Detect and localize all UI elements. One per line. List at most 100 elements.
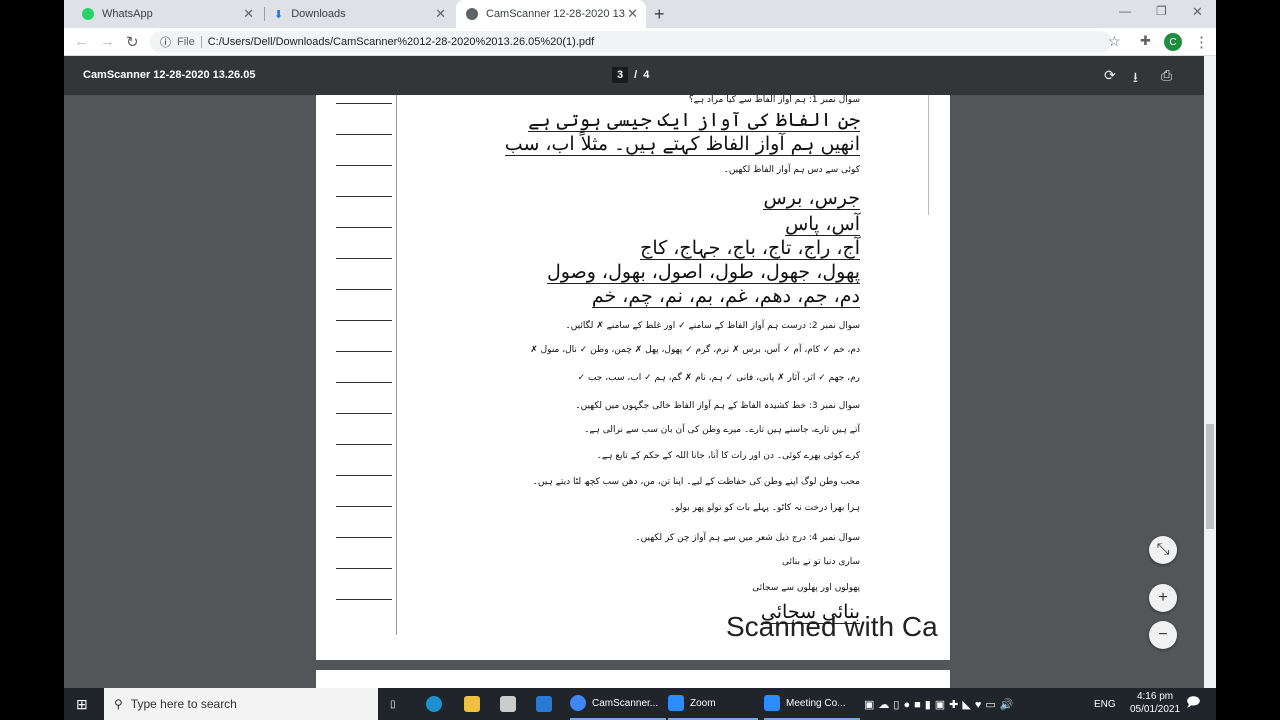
search-icon: ⚲ bbox=[114, 697, 123, 711]
fit-page-button[interactable]: ⤡ bbox=[1149, 536, 1177, 564]
url-text: C:/Users/Dell/Downloads/CamScanner%2012-… bbox=[207, 36, 595, 48]
notebook-rule bbox=[336, 506, 392, 507]
menu-icon[interactable]: ⋮ bbox=[1194, 33, 1209, 51]
back-icon[interactable]: ← bbox=[74, 33, 89, 50]
pdf-page: سوال نمبر 1: ہم آواز الفاظ سے کیا مراد ہ… bbox=[316, 95, 950, 660]
document-line: آس، پاس bbox=[785, 213, 860, 236]
notebook-rule bbox=[336, 227, 392, 228]
scrollbar-thumb[interactable] bbox=[1206, 424, 1214, 529]
zoom-icon bbox=[764, 695, 780, 711]
url-input[interactable]: ⓘ File C:/Users/Dell/Downloads/CamScanner%… bbox=[150, 31, 1112, 53]
close-window-button[interactable]: ✕ bbox=[1192, 4, 1203, 20]
document-line: دم، جم، دھم، غم، بم، نم، چم، خم bbox=[591, 285, 860, 308]
close-icon[interactable]: ✕ bbox=[627, 6, 638, 22]
page-separator: / bbox=[634, 69, 638, 81]
document-line: دم، خم ✓ کام، آم ✓ آس، برس ✗ نرم، گرم ✓ … bbox=[530, 345, 860, 355]
address-bar-row: ← → ↻ ⓘ File C:/Users/Dell/Downloads/CamSc… bbox=[64, 28, 1216, 56]
scrollbar[interactable] bbox=[1204, 56, 1216, 688]
document-line: سوال نمبر 4: درج ذیل شعر میں سے ہم آواز … bbox=[635, 533, 860, 543]
clock[interactable]: 4:16 pm 05/01/2021 bbox=[1130, 690, 1180, 716]
globe-icon bbox=[466, 8, 478, 20]
total-pages: 4 bbox=[643, 69, 650, 81]
tab-downloads[interactable]: ⬇ Downloads ✕ bbox=[264, 0, 454, 28]
browser-window: WhatsApp ✕ ⬇ Downloads ✕ CamScanner 12-28-2… bbox=[64, 0, 1216, 688]
camscanner-watermark: Scanned with Ca bbox=[726, 611, 938, 642]
notebook-rule bbox=[336, 165, 392, 166]
tab-label: Downloads bbox=[291, 8, 346, 20]
minimize-button[interactable]: — bbox=[1119, 4, 1131, 18]
download-icon[interactable]: ⭳ bbox=[1133, 67, 1138, 91]
chrome-icon bbox=[570, 695, 586, 711]
pdf-title: CamScanner 12-28-2020 13.26.05 bbox=[83, 69, 256, 81]
zoom-out-button[interactable]: − bbox=[1149, 621, 1177, 649]
document-line: پھول، جھول، طول، اصول، بھول، وصول bbox=[546, 261, 860, 284]
document-line: سوال نمبر 3: خط کشیدہ الفاظ کے ہم آواز ا… bbox=[575, 401, 860, 411]
task-view-icon[interactable]: ▯ bbox=[390, 688, 396, 720]
notebook-rule bbox=[336, 351, 392, 352]
notebook-rule bbox=[336, 382, 392, 383]
notebook-rule bbox=[336, 537, 392, 538]
taskbar-app-meeting[interactable]: Meeting Co... bbox=[764, 688, 860, 720]
pdf-toolbar: CamScanner 12-28-2020 13.26.05 3 / 4 ⟳ ⭳ ⎙ bbox=[64, 56, 1204, 95]
new-tab-button[interactable]: + bbox=[654, 4, 665, 25]
document-line: ساری دنیا تو نے بنائی bbox=[782, 557, 860, 567]
taskbar-app-camscanner[interactable]: CamScanner... bbox=[570, 688, 666, 720]
zoom-icon bbox=[668, 695, 684, 711]
profile-avatar[interactable]: C bbox=[1164, 33, 1182, 51]
taskbar: ⊞ ⚲ Type here to search ▯ CamScanner... Z… bbox=[64, 688, 1216, 720]
close-icon[interactable]: ✕ bbox=[243, 6, 254, 22]
notebook-rule bbox=[336, 134, 392, 135]
notebook-rule bbox=[336, 196, 392, 197]
app-label: Meeting Co... bbox=[786, 697, 846, 709]
maximize-button[interactable]: ❐ bbox=[1156, 4, 1167, 18]
notebook-rule bbox=[336, 599, 392, 600]
scheme-label: File bbox=[177, 36, 202, 48]
date: 05/01/2021 bbox=[1130, 704, 1181, 715]
notebook-rule bbox=[336, 103, 392, 104]
tab-bar: WhatsApp ✕ ⬇ Downloads ✕ CamScanner 12-28-2… bbox=[64, 0, 1216, 28]
tab-whatsapp[interactable]: WhatsApp ✕ bbox=[72, 0, 262, 28]
document-line: آتے ہیں تارے، جاسنے ہیں تارے۔ میرے وطن ک… bbox=[584, 425, 860, 435]
taskbar-app-zoom[interactable]: Zoom bbox=[668, 688, 758, 720]
taskbar-search[interactable]: ⚲ Type here to search bbox=[104, 688, 378, 720]
notebook-rule bbox=[336, 444, 392, 445]
tab-label: WhatsApp bbox=[102, 8, 153, 20]
reload-icon[interactable]: ↻ bbox=[126, 33, 139, 51]
store-icon[interactable] bbox=[500, 688, 516, 720]
document-line: آج، راج، تاج، باج، جہاج، کاج bbox=[640, 237, 860, 260]
print-icon[interactable]: ⎙ bbox=[1161, 67, 1172, 84]
notebook-rule bbox=[336, 258, 392, 259]
close-icon[interactable]: ✕ bbox=[435, 6, 446, 22]
edge-icon[interactable] bbox=[426, 688, 442, 720]
document-line: سوال نمبر 1: ہم آواز الفاظ سے کیا مراد ہ… bbox=[688, 95, 860, 105]
page-indicator: 3 / 4 bbox=[612, 67, 649, 83]
search-placeholder: Type here to search bbox=[130, 697, 237, 711]
document-line: رم، جھم ✓ اثر، آثار ✗ پانی، فانی ✓ ہم، ن… bbox=[577, 373, 860, 383]
app-label: CamScanner... bbox=[592, 697, 659, 709]
pdf-next-page bbox=[316, 670, 950, 688]
notebook-rule bbox=[336, 568, 392, 569]
zoom-in-button[interactable]: + bbox=[1149, 584, 1177, 612]
info-icon[interactable]: ⓘ bbox=[160, 34, 171, 50]
notebook-rule bbox=[336, 413, 392, 414]
time: 4:16 pm bbox=[1136, 691, 1174, 702]
extensions-icon[interactable]: ✚ bbox=[1140, 33, 1151, 49]
language-indicator[interactable]: ENG bbox=[1094, 688, 1116, 720]
whatsapp-icon bbox=[82, 8, 94, 20]
mail-icon[interactable] bbox=[536, 688, 552, 720]
page-number-input[interactable]: 3 bbox=[612, 67, 629, 83]
document-line: ہرا بھرا درخت نہ کاٹو۔ پہلے بات کو تولو … bbox=[669, 503, 860, 513]
file-explorer-icon[interactable] bbox=[464, 688, 480, 720]
rotate-icon[interactable]: ⟳ bbox=[1104, 67, 1116, 84]
document-line: کرے کوئی بھرے کوئی۔ دن اور رات کا آنا، ج… bbox=[596, 451, 860, 461]
system-tray-icons[interactable]: ▣☁▯●■▮▣✚◣♥▭🔊 bbox=[864, 688, 1017, 720]
forward-icon[interactable]: → bbox=[100, 33, 115, 50]
download-icon: ⬇ bbox=[274, 8, 284, 21]
star-icon[interactable]: ☆ bbox=[1108, 33, 1121, 50]
windows-start-icon[interactable]: ⊞ bbox=[76, 696, 88, 713]
notifications-icon[interactable]: 🗩 bbox=[1186, 688, 1200, 720]
tab-camscanner[interactable]: CamScanner 12-28-2020 13.26.05✕ bbox=[456, 0, 646, 28]
document-line: پھولوں اور پھلوں سے سجائی bbox=[752, 583, 860, 593]
document-line: کوئی سے دس ہم آواز الفاظ لکھیں۔ bbox=[723, 165, 860, 175]
document-line: جرس، برس bbox=[763, 187, 860, 210]
